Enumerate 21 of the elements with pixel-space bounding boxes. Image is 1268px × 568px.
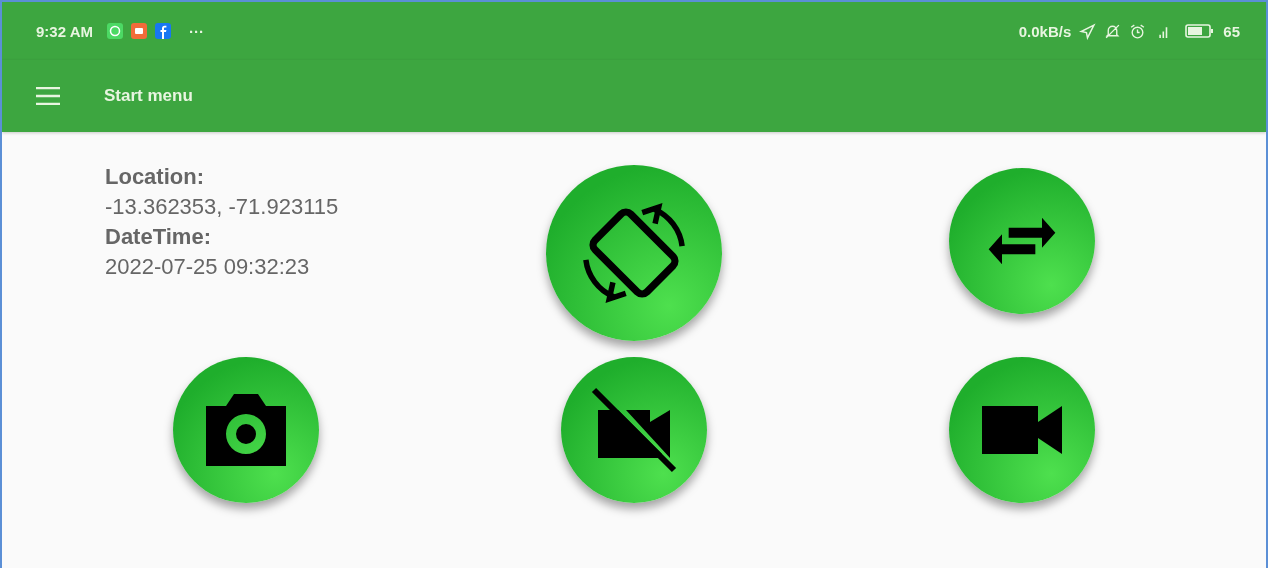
info-value: 2022-07-25 09:32:23 <box>105 253 310 281</box>
video-off-button[interactable] <box>561 357 707 503</box>
alarm-clock-icon <box>1129 22 1147 40</box>
swap-button[interactable] <box>949 168 1095 314</box>
location-arrow-icon <box>1079 22 1097 40</box>
battery-percent: 65 <box>1223 22 1240 40</box>
status-time: 9:32 AM <box>36 22 93 40</box>
info-label: Location: <box>105 163 204 191</box>
menu-icon[interactable] <box>36 87 60 105</box>
chat-app-icon <box>106 23 123 39</box>
info-value: -13.362353, -71.923115 <box>105 193 339 221</box>
battery-icon <box>1185 23 1216 39</box>
app-bar-title: Start menu <box>104 86 193 106</box>
camera-button[interactable] <box>173 357 319 503</box>
recorder-app-icon <box>130 23 147 39</box>
bell-off-icon <box>1104 22 1122 40</box>
info-label: DateTime: <box>105 223 211 251</box>
network-speed: 0.0kB/s <box>1018 22 1072 40</box>
social-app-icon <box>154 23 171 39</box>
more-notifications: ··· <box>188 22 204 40</box>
video-button[interactable] <box>949 357 1095 503</box>
